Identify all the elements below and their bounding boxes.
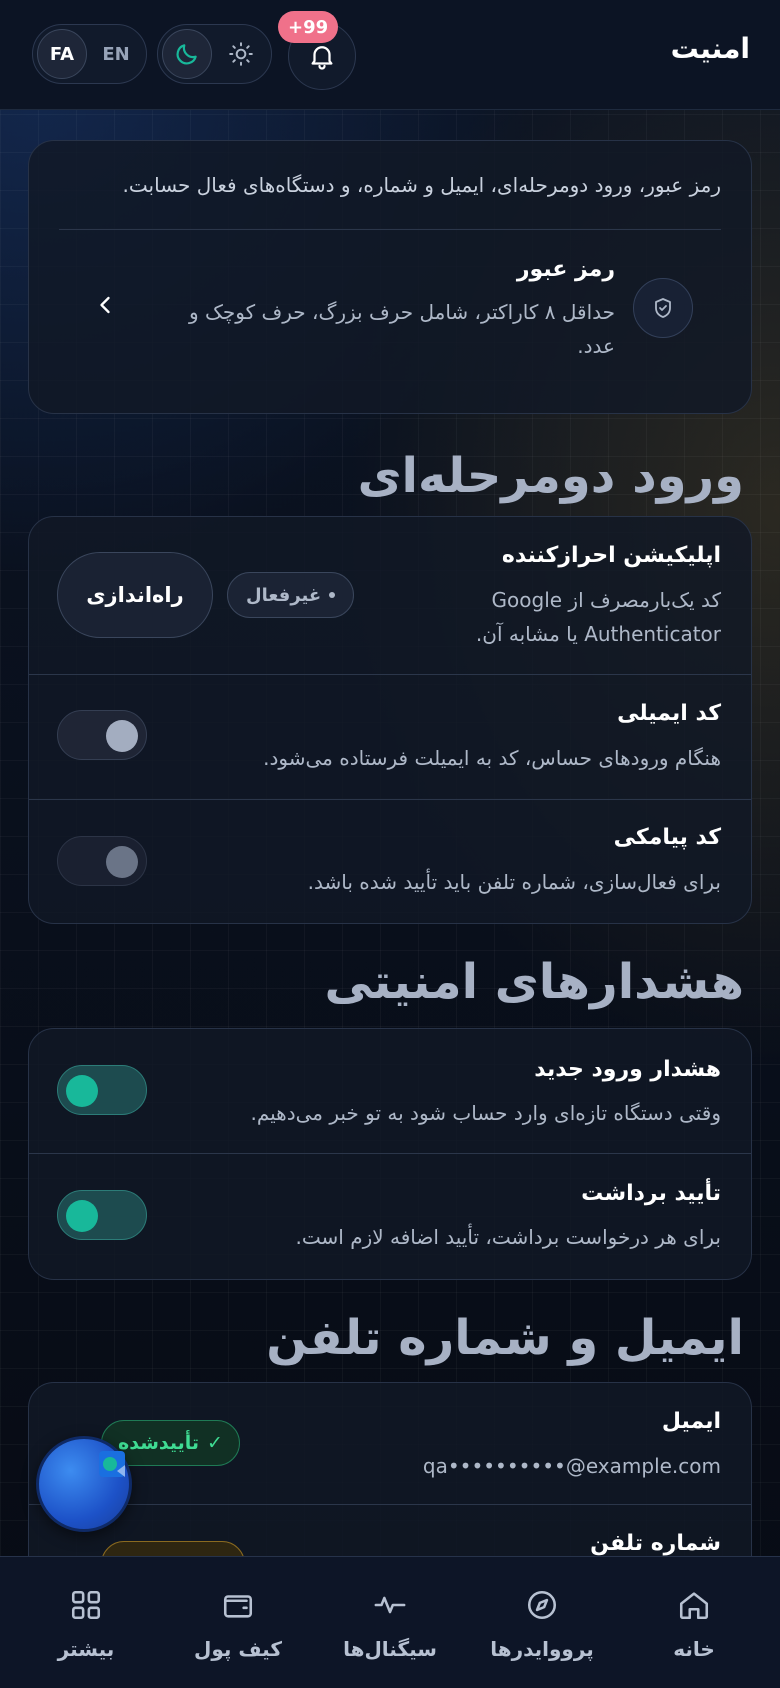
email-code-toggle[interactable] (57, 710, 147, 760)
two-factor-section-title: ورود دومرحله‌ای (357, 448, 744, 504)
nav-home[interactable]: خانه (616, 1557, 772, 1688)
password-open-button[interactable] (91, 291, 119, 323)
sms-code-description: برای فعال‌سازی، شماره تلفن باید تأیید شد… (307, 870, 721, 894)
setup-authenticator-button[interactable]: راه‌اندازی (57, 552, 213, 638)
language-switcher[interactable]: FA EN (32, 24, 147, 84)
page-title: امنیت (670, 32, 750, 65)
toggle-knob (66, 1200, 98, 1232)
light-mode-option[interactable] (216, 29, 266, 79)
withdraw-confirm-title: تأیید برداشت (581, 1181, 721, 1206)
divider (29, 799, 751, 800)
authenticator-description: کد یک‌بارمصرف از Google Authenticator یا… (475, 588, 721, 646)
nav-signals[interactable]: سیگنال‌ها (312, 1557, 468, 1688)
withdraw-confirm-toggle[interactable] (57, 1190, 147, 1240)
authenticator-status-label: غیرفعال (246, 584, 322, 606)
authenticator-title: اپلیکیشن احرازکننده (501, 543, 721, 568)
top-bar: امنیت FA EN +99 (0, 0, 780, 110)
password-card: رمز عبور، ورود دومرحله‌ای، ایمیل و شماره… (28, 140, 752, 414)
toggle-knob (66, 1075, 98, 1107)
email-title: ایمیل (661, 1409, 721, 1434)
toggle-knob (106, 846, 138, 878)
nav-more-label: بیشتر (57, 1637, 115, 1661)
dark-mode-option[interactable] (162, 29, 212, 79)
sms-code-toggle[interactable] (57, 836, 147, 886)
floating-assistant-button[interactable] (36, 1436, 132, 1532)
shield-icon (655, 298, 671, 318)
alerts-card: هشدار ورود جدید وقتی دستگاه تازه‌ای وارد… (28, 1028, 752, 1280)
nav-home-label: خانه (673, 1637, 715, 1661)
moon-icon (176, 44, 197, 65)
nav-providers-label: پرووایدرها (490, 1637, 594, 1661)
notification-count-badge: +99 (278, 11, 339, 43)
nav-wallet-label: کیف پول (194, 1637, 282, 1661)
theme-switcher[interactable] (157, 24, 272, 84)
email-value: qa••••••••••@example.com (422, 1454, 721, 1478)
chat-icon (99, 1451, 125, 1477)
home-icon (679, 1592, 709, 1620)
withdraw-confirm-description: برای هر درخواست برداشت، تأیید اضافه لازم… (295, 1225, 721, 1249)
activity-icon (374, 1596, 406, 1614)
compass-icon (527, 1590, 557, 1620)
contact-section-title: ایمیل و شماره تلفن (266, 1310, 744, 1366)
email-status-label: تأییدشده (118, 1432, 200, 1454)
nav-more[interactable]: بیشتر (8, 1557, 164, 1688)
chevron-left-icon (100, 296, 110, 314)
toggle-knob (106, 720, 138, 752)
two-factor-card: اپلیکیشن احرازکننده کد یک‌بارمصرف از Goo… (28, 516, 752, 924)
lang-en-option[interactable]: EN (91, 29, 141, 79)
status-dot (329, 592, 336, 598)
divider (29, 1504, 751, 1505)
new-login-alert-toggle[interactable] (57, 1065, 147, 1115)
new-login-alert-description: وقتی دستگاه تازه‌ای وارد حساب شود به تو … (250, 1101, 721, 1125)
grid-icon (71, 1590, 101, 1620)
new-login-alert-title: هشدار ورود جدید (534, 1057, 721, 1082)
nav-signals-label: سیگنال‌ها (343, 1637, 437, 1661)
bottom-navigation: خانه پرووایدرها سیگنال‌ها کیف پول بیشتر (0, 1556, 780, 1688)
bell-icon (311, 46, 333, 70)
sms-code-title: کد پیامکی (613, 825, 721, 850)
password-title: رمز عبور (516, 257, 615, 282)
email-code-description: هنگام ورودهای حساس، کد به ایمیلت فرستاده… (263, 746, 721, 770)
checkmark-icon: ✓ (207, 1432, 223, 1454)
security-intro-text: رمز عبور، ورود دومرحله‌ای، ایمیل و شماره… (122, 173, 721, 197)
sun-icon (229, 42, 253, 66)
nav-providers[interactable]: پرووایدرها (464, 1557, 620, 1688)
authenticator-status-badge: غیرفعال (227, 572, 355, 618)
divider (29, 1153, 751, 1154)
email-code-title: کد ایمیلی (617, 701, 721, 726)
wallet-icon (223, 1595, 253, 1618)
password-description: حداقل ۸ کاراکتر، شامل حرف بزرگ، حرف کوچک… (189, 300, 615, 358)
lang-fa-option[interactable]: FA (37, 29, 87, 79)
divider (59, 229, 721, 230)
alerts-section-title: هشدارهای امنیتی (324, 954, 744, 1010)
phone-title: شماره تلفن (590, 1531, 721, 1556)
nav-wallet[interactable]: کیف پول (160, 1557, 316, 1688)
password-icon-wrap (633, 278, 693, 338)
divider (29, 674, 751, 675)
